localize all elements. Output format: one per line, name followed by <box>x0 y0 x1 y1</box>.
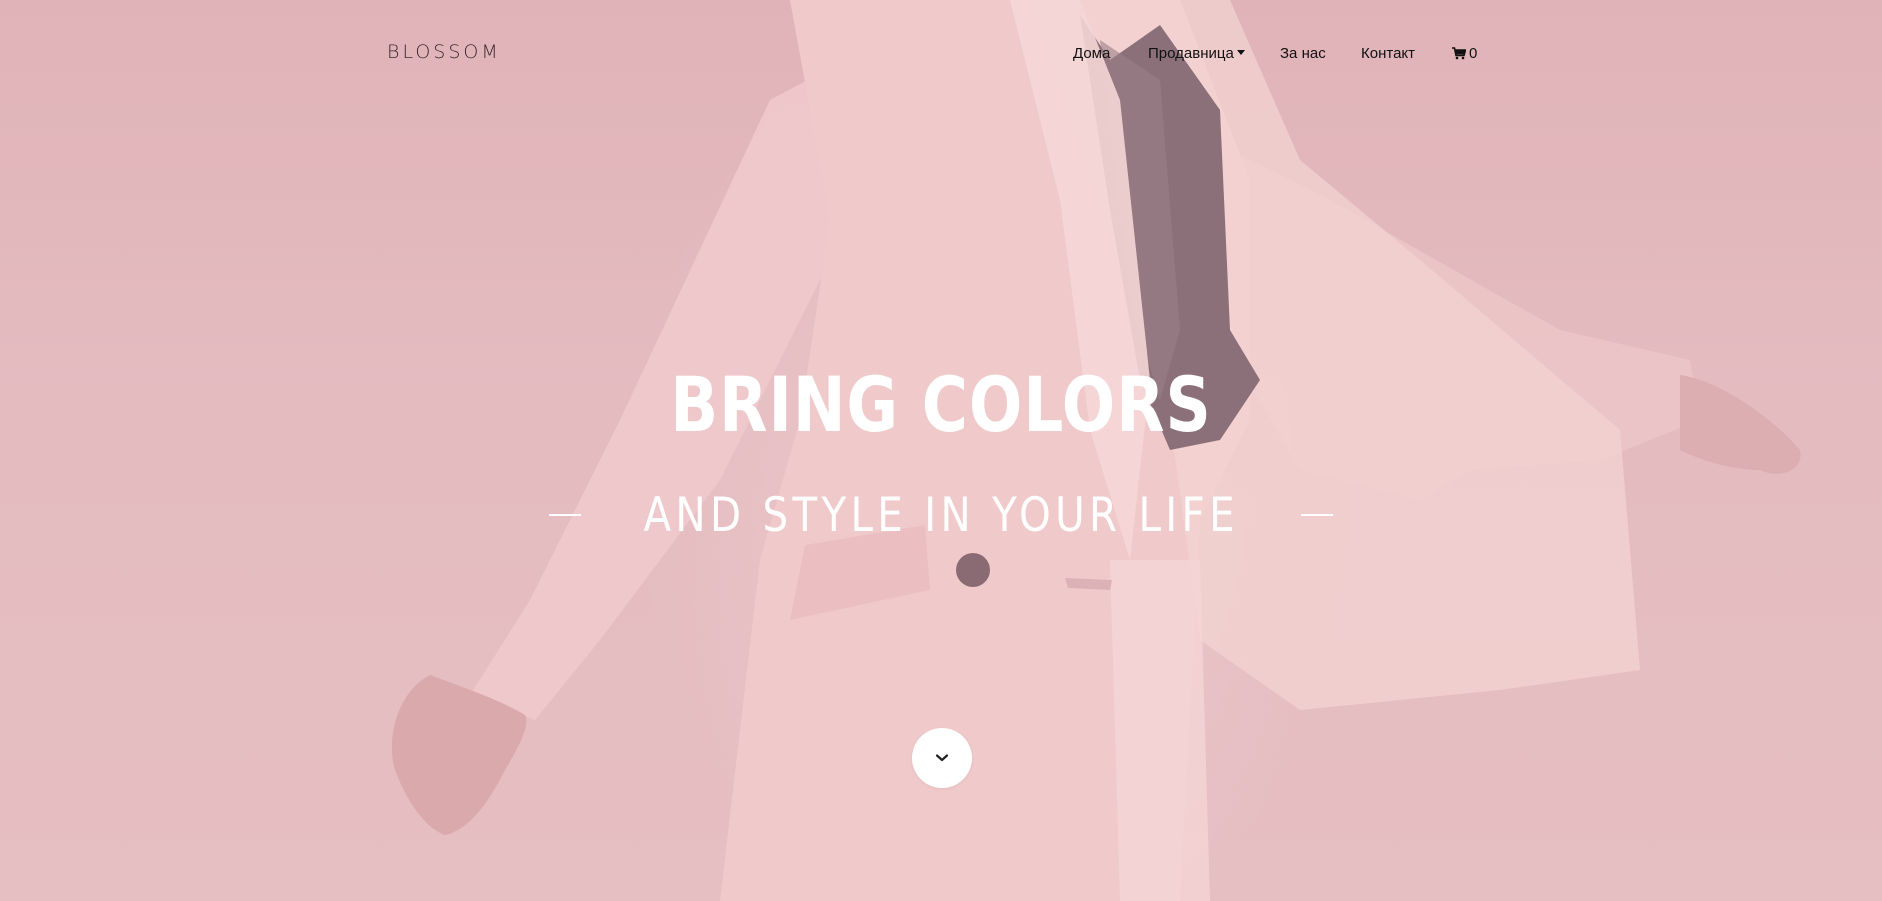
subtitle-left-rule <box>548 514 581 516</box>
chevron-down-icon <box>935 754 949 762</box>
cart-icon <box>1452 47 1466 60</box>
nav-shop-label: Продавница <box>1148 45 1234 62</box>
nav-contact-link[interactable]: Контакт <box>1361 44 1415 64</box>
cart-link[interactable]: 0 <box>1452 44 1477 64</box>
nav-shop-dropdown[interactable]: Продавница <box>1148 44 1245 64</box>
scroll-down-button[interactable] <box>912 728 972 788</box>
cart-count: 0 <box>1469 45 1478 62</box>
subtitle-right-rule <box>1301 514 1334 516</box>
hero-subtitle: AND STYLE IN YOUR LIFE <box>643 487 1239 543</box>
nav-about-link[interactable]: За нас <box>1280 44 1326 64</box>
nav-home-link[interactable]: Дома <box>1073 44 1110 64</box>
caret-down-icon <box>1236 50 1245 55</box>
hero-subtitle-row: AND STYLE IN YOUR LIFE <box>0 485 1882 545</box>
main-navigation: Дома Продавница За нас Контакт 0 <box>0 44 1882 64</box>
hero-title: BRING COLORS <box>670 360 1212 449</box>
